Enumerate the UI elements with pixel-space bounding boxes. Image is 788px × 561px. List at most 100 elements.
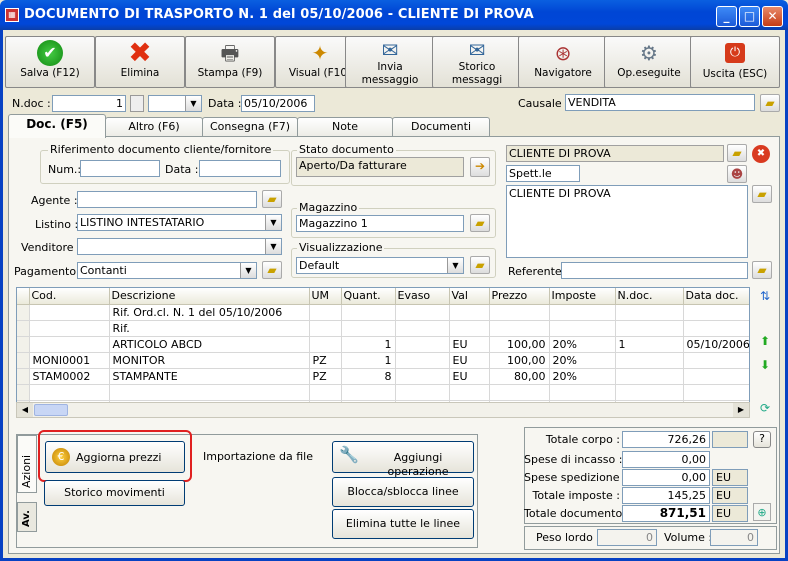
table-cell[interactable]: [309, 320, 342, 337]
op-eseguite-button[interactable]: ⚙ Op.eseguite: [604, 36, 694, 88]
visualizzazione-select[interactable]: Default ▼: [296, 257, 464, 274]
tab-doc[interactable]: Doc. (F5): [8, 114, 106, 138]
table-cell[interactable]: [395, 304, 450, 321]
table-cell[interactable]: [683, 304, 749, 321]
peso-lordo-value[interactable]: 0: [597, 529, 657, 546]
table-cell[interactable]: EU: [449, 352, 490, 369]
tab-altro[interactable]: Altro (F6): [105, 117, 203, 137]
table-row[interactable]: MONI0001 MONITOR PZ 1 EU 100,00 20%: [17, 352, 749, 369]
table-cell[interactable]: [395, 320, 450, 337]
listino-select[interactable]: LISTINO INTESTATARIO ▼: [77, 214, 282, 231]
table-cell[interactable]: PZ: [309, 368, 342, 385]
help-button[interactable]: ?: [753, 431, 771, 448]
tab-documenti[interactable]: Documenti: [392, 117, 490, 137]
table-cell[interactable]: [341, 384, 396, 401]
cliente-remove-button[interactable]: ✖: [752, 145, 770, 163]
scroll-left-arrow[interactable]: ◀: [17, 403, 33, 417]
move-up-button[interactable]: ⬆: [756, 333, 774, 351]
table-cell[interactable]: [309, 336, 342, 353]
row-selector[interactable]: [17, 304, 30, 321]
table-cell[interactable]: [615, 384, 684, 401]
table-cell[interactable]: MONI0001: [29, 352, 110, 369]
volume-value[interactable]: 0: [710, 529, 758, 546]
table-row[interactable]: Rif. Ord.cl. N. 1 del 05/10/2006: [17, 304, 749, 321]
table-cell[interactable]: [449, 304, 490, 321]
sort-button[interactable]: ⇅: [756, 288, 774, 306]
table-cell[interactable]: 1: [341, 352, 396, 369]
salva-button[interactable]: ✔ Salva (F12): [5, 36, 95, 88]
table-cell[interactable]: [449, 320, 490, 337]
table-cell[interactable]: [615, 304, 684, 321]
venditore-select[interactable]: ▼: [77, 238, 282, 255]
table-cell[interactable]: [395, 384, 450, 401]
address-folder-button[interactable]: ▰: [752, 185, 772, 203]
referente-folder-button[interactable]: ▰: [752, 261, 772, 279]
ndoc-series-select[interactable]: ▼: [148, 95, 202, 112]
row-selector[interactable]: [17, 352, 30, 369]
table-cell[interactable]: [395, 368, 450, 385]
table-cell[interactable]: 100,00: [489, 336, 550, 353]
table-cell[interactable]: [341, 320, 396, 337]
blocca-sblocca-button[interactable]: Blocca/sblocca linee: [332, 477, 474, 507]
cliente-address[interactable]: CLIENTE DI PROVA: [506, 185, 748, 258]
data-input[interactable]: 05/10/2006: [241, 95, 315, 112]
table-cell[interactable]: [683, 384, 749, 401]
col-header[interactable]: Evaso: [395, 288, 450, 305]
table-cell[interactable]: [489, 320, 550, 337]
col-header[interactable]: Quant.: [341, 288, 396, 305]
move-down-button[interactable]: ⬇: [756, 357, 774, 375]
navigatore-button[interactable]: ⊛ Navigatore: [518, 36, 608, 88]
horizontal-scrollbar[interactable]: ◀ ▶: [16, 402, 750, 418]
magazzino-folder-button[interactable]: ▰: [470, 214, 490, 232]
close-button[interactable]: ✕: [762, 6, 783, 27]
table-cell[interactable]: 20%: [549, 368, 616, 385]
maximize-button[interactable]: □: [739, 6, 760, 27]
table-cell[interactable]: 05/10/2006: [683, 336, 749, 353]
table-cell[interactable]: 80,00: [489, 368, 550, 385]
spese-spedizione-value[interactable]: 0,00: [622, 469, 710, 486]
causale-input[interactable]: VENDITA: [565, 94, 755, 111]
cliente-folder-button[interactable]: ▰: [727, 144, 747, 162]
table-cell[interactable]: [549, 320, 616, 337]
cliente-lookup-button[interactable]: ☻: [727, 165, 747, 183]
stato-arrow-button[interactable]: ➔: [470, 157, 490, 177]
minimize-button[interactable]: _: [716, 6, 737, 27]
col-header[interactable]: UM: [309, 288, 342, 305]
spese-incasso-value[interactable]: 0,00: [622, 451, 710, 468]
ndoc-input[interactable]: 1: [52, 95, 126, 112]
col-header[interactable]: Prezzo: [489, 288, 550, 305]
table-cell[interactable]: [615, 352, 684, 369]
ndoc-spin-button[interactable]: [130, 95, 144, 112]
table-cell[interactable]: [549, 304, 616, 321]
visualizzazione-folder-button[interactable]: ▰: [470, 256, 490, 274]
scroll-right-arrow[interactable]: ▶: [733, 403, 749, 417]
rif-data-input[interactable]: [199, 160, 281, 177]
col-header[interactable]: Val: [449, 288, 490, 305]
stampa-button[interactable]: 🖶 Stampa (F9): [185, 36, 275, 88]
scrollbar-thumb[interactable]: [34, 404, 68, 416]
table-cell[interactable]: [683, 368, 749, 385]
table-cell[interactable]: [615, 368, 684, 385]
agente-folder-button[interactable]: ▰: [262, 190, 282, 208]
row-selector[interactable]: [17, 368, 30, 385]
table-cell[interactable]: 20%: [549, 336, 616, 353]
table-cell[interactable]: [449, 384, 490, 401]
col-header[interactable]: Descrizione: [109, 288, 310, 305]
row-selector[interactable]: [17, 336, 30, 353]
aggiungi-operazione-button[interactable]: 🔧 Aggiungi operazione: [332, 441, 474, 478]
col-header[interactable]: Imposte: [549, 288, 616, 305]
table-cell[interactable]: [615, 320, 684, 337]
table-row[interactable]: Rif.: [17, 320, 749, 337]
table-cell[interactable]: [109, 384, 310, 401]
table-cell[interactable]: EU: [449, 336, 490, 353]
agente-input[interactable]: [77, 191, 257, 208]
table-cell[interactable]: [489, 384, 550, 401]
table-row[interactable]: STAM0002 STAMPANTE PZ 8 EU 80,00 20%: [17, 368, 749, 385]
table-cell[interactable]: MONITOR: [109, 352, 310, 369]
col-header[interactable]: N.doc.: [615, 288, 684, 305]
table-cell[interactable]: [395, 352, 450, 369]
col-header[interactable]: Cod.: [29, 288, 110, 305]
table-cell[interactable]: EU: [449, 368, 490, 385]
table-cell[interactable]: [395, 336, 450, 353]
table-cell[interactable]: ARTICOLO ABCD: [109, 336, 310, 353]
